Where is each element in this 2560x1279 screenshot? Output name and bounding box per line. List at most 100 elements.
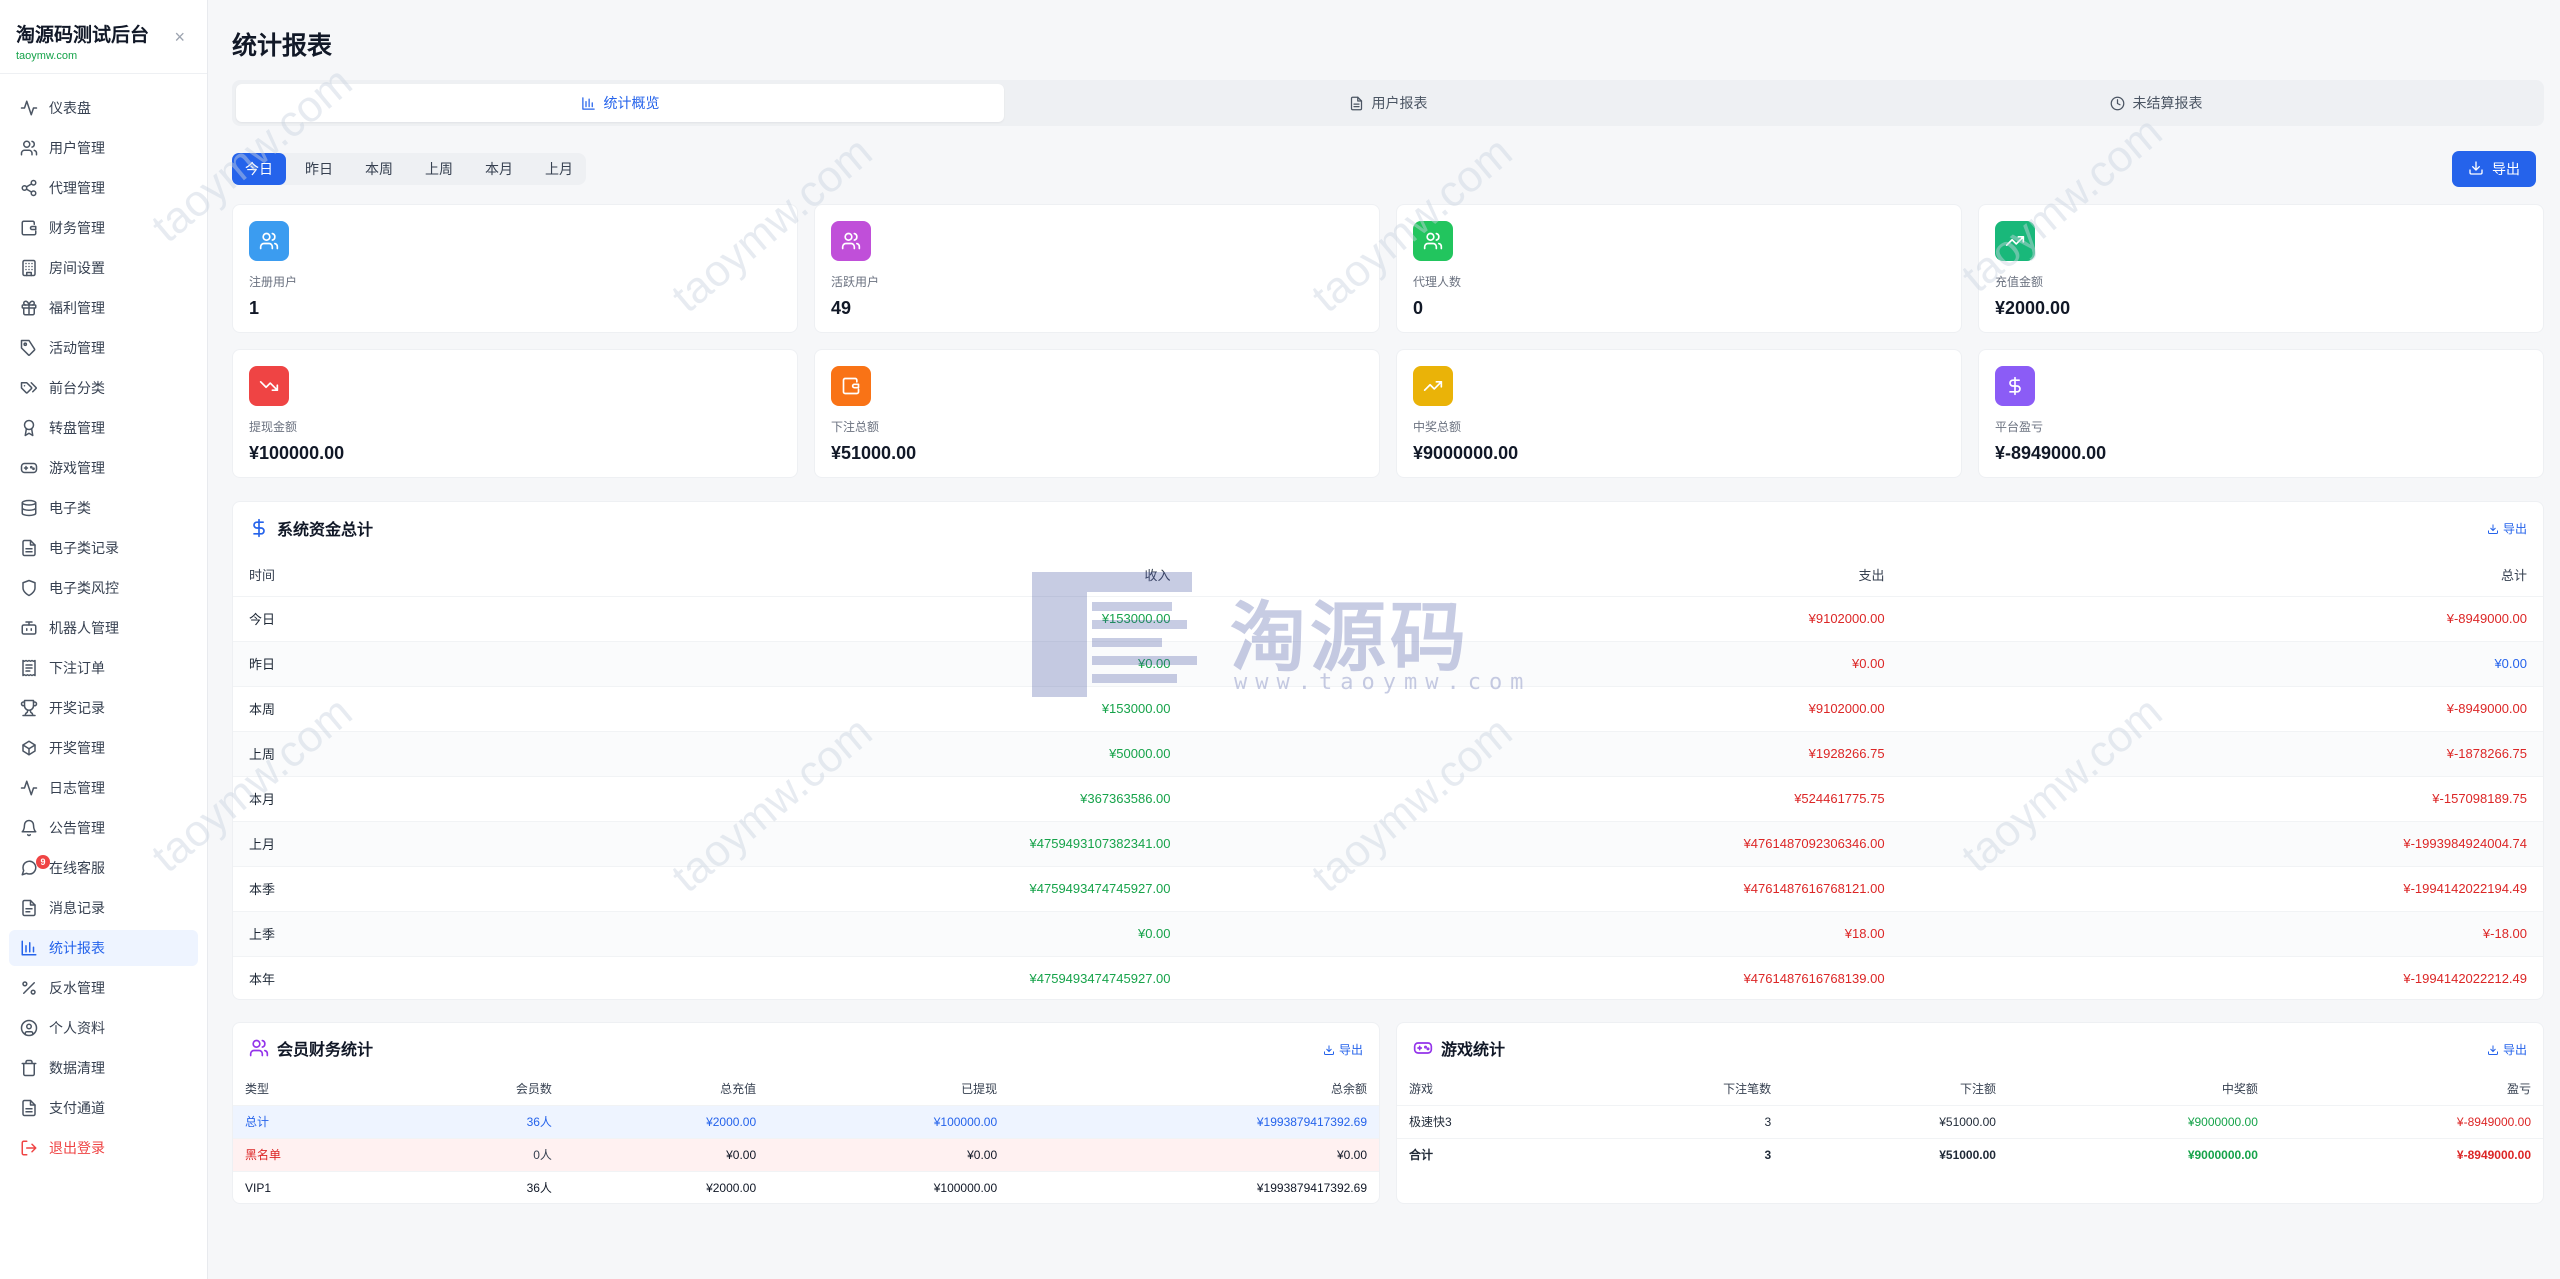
page-title: 统计报表 [232, 32, 333, 60]
panel-export-link[interactable]: 导出 [1323, 1041, 1363, 1058]
panel-export-link[interactable]: 导出 [2487, 1041, 2527, 1058]
sidebar-item-gift[interactable]: 福利管理 [9, 290, 198, 326]
sidebar-item-label: 个人资料 [49, 1020, 105, 1036]
stat-label: 代理人数 [1413, 275, 1462, 289]
stat-card: 平台盈亏 ¥-8949000.00 [1978, 349, 2544, 478]
dollar-icon [1995, 366, 2035, 406]
expense-cell: ¥524461775.75 [1186, 775, 1901, 821]
type-cell: 总计 [233, 1104, 399, 1138]
sidebar-item-label: 统计报表 [49, 940, 105, 956]
sidebar-item-database[interactable]: 电子类 [9, 490, 198, 526]
table-row: 本月 ¥367363586.00 ¥524461775.75 ¥-157098189.… [233, 775, 2543, 821]
sidebar-item-percent[interactable]: 反水管理 [9, 970, 198, 1006]
sidebar-item-bell[interactable]: 公告管理 [9, 810, 198, 846]
sidebar-nav: 仪表盘用户管理代理管理财务管理房间设置福利管理活动管理前台分类转盘管理游戏管理电… [0, 74, 207, 1166]
sidebar-item-bot[interactable]: 机器人管理 [9, 610, 198, 646]
sidebar-item-trash[interactable]: 数据清理 [9, 1050, 198, 1086]
tab-2[interactable]: 未结算报表 [1772, 84, 2540, 122]
profit-cell: ¥-8949000.00 [2269, 1137, 2543, 1171]
income-cell: ¥153000.00 [472, 685, 1187, 731]
period-button[interactable]: 昨日 [292, 153, 346, 185]
period-cell: 今日 [233, 595, 473, 641]
export-link-label: 导出 [1338, 1043, 1363, 1057]
sidebar-item-users[interactable]: 用户管理 [9, 130, 198, 166]
download-icon [2487, 1045, 2498, 1055]
sidebar-item-file[interactable]: 电子类记录 [9, 530, 198, 566]
shield-icon [20, 579, 38, 597]
table-row: 昨日 ¥0.00 ¥0.00 ¥0.00 [233, 640, 2543, 686]
sidebar-item-award[interactable]: 转盘管理 [9, 410, 198, 446]
game-stats-panel: 游戏统计 导出 游戏 下注笔数 下注额 中奖额 盈亏 极速快3 3 ¥51000.00 ¥90… [1396, 1022, 2544, 1204]
download-icon [2487, 524, 2498, 534]
sidebar-item-label: 开奖管理 [49, 740, 105, 756]
income-cell: ¥4759493474745927.00 [472, 865, 1187, 911]
tab-1[interactable]: 用户报表 [1004, 84, 1772, 122]
column-header: 总计 [2500, 568, 2527, 584]
logout-icon [20, 1139, 38, 1157]
panel-title: 会员财务统计 [277, 1042, 374, 1059]
period-button[interactable]: 本周 [352, 153, 406, 185]
period-cell: 本季 [233, 865, 473, 911]
period-button[interactable]: 上月 [532, 153, 586, 185]
profit-cell: ¥-8949000.00 [2269, 1104, 2543, 1138]
period-button[interactable]: 上周 [412, 153, 466, 185]
income-cell: ¥0.00 [472, 640, 1187, 686]
stat-label: 提现金额 [249, 420, 298, 434]
pulse-icon [20, 779, 38, 797]
stat-label: 注册用户 [249, 275, 298, 289]
sidebar-item-label: 房间设置 [49, 260, 105, 276]
sidebar-item-chart[interactable]: 统计报表 [9, 930, 198, 966]
dollar-icon [249, 518, 269, 538]
total-cell: ¥-157098189.75 [1900, 775, 2543, 821]
count-cell: 0人 [398, 1137, 564, 1171]
sidebar-item-tag[interactable]: 活动管理 [9, 330, 198, 366]
withdrawn-cell: ¥0.00 [768, 1137, 1010, 1171]
panel-export-link[interactable]: 导出 [2487, 520, 2527, 537]
sidebar-item-label: 开奖记录 [49, 700, 105, 716]
expense-cell: ¥18.00 [1186, 910, 1901, 956]
sidebar-item-activity[interactable]: 仪表盘 [9, 90, 198, 126]
total-cell: ¥-8949000.00 [1900, 685, 2543, 731]
sidebar-item-label: 转盘管理 [49, 420, 105, 436]
income-cell: ¥153000.00 [472, 595, 1187, 641]
balance-cell: ¥1993879417392.69 [1009, 1104, 1379, 1138]
export-button[interactable]: 导出 [2452, 151, 2536, 187]
sidebar-item-label: 在线客服 [49, 860, 105, 876]
sidebar-item-tags[interactable]: 前台分类 [9, 370, 198, 406]
sidebar-item-pulse[interactable]: 日志管理 [9, 770, 198, 806]
sidebar-item-doc2[interactable]: 支付通道 [9, 1090, 198, 1126]
table-row: 本季 ¥4759493474745927.00 ¥4761487616768121.… [233, 865, 2543, 911]
sidebar-item-label: 日志管理 [49, 780, 105, 796]
sidebar-item-receipt[interactable]: 下注订单 [9, 650, 198, 686]
count-cell: 36人 [398, 1104, 564, 1138]
period-button[interactable]: 本月 [472, 153, 526, 185]
member-table: 类型 会员数 总充值 已提现 总余额 总计 36人 ¥2000.00 ¥100000.00 ¥1… [233, 1073, 1379, 1204]
wallet-icon [20, 219, 38, 237]
amount-cell: ¥51000.00 [1783, 1137, 2008, 1171]
sidebar-item-wallet[interactable]: 财务管理 [9, 210, 198, 246]
sidebar-item-trophy[interactable]: 开奖记录 [9, 690, 198, 726]
tab-0[interactable]: 统计概览 [236, 84, 1004, 122]
receipt-icon [20, 659, 38, 677]
close-icon[interactable]: × [174, 27, 185, 48]
brand: 淘源码测试后台 taoymw.com × [0, 0, 207, 74]
sidebar-item-chat[interactable]: 在线客服 9 [9, 850, 198, 886]
period-button[interactable]: 今日 [232, 153, 286, 185]
stat-value: 1 [249, 298, 260, 318]
recharge-cell: ¥2000.00 [563, 1104, 769, 1138]
income-cell: ¥367363586.00 [472, 775, 1187, 821]
sidebar-item-user-circle[interactable]: 个人资料 [9, 1010, 198, 1046]
total-cell: ¥-1994142022194.49 [1900, 865, 2543, 911]
app-title: 淘源码测试后台 [16, 25, 150, 46]
fund-table: 时间 收入 支出 总计 今日 ¥153000.00 ¥9102000.00 ¥-894900… [233, 554, 2543, 1001]
column-header: 下注额 [1959, 1082, 1996, 1097]
sidebar-item-gamepad[interactable]: 游戏管理 [9, 450, 198, 486]
sidebar-item-shield[interactable]: 电子类风控 [9, 570, 198, 606]
stat-cards: 注册用户 1 活跃用户 49 代理人数 0 充值金额 ¥2000.00 提现金额 ¥100000.… [232, 204, 2544, 478]
sidebar-item-building[interactable]: 房间设置 [9, 250, 198, 286]
sidebar-item-share[interactable]: 代理管理 [9, 170, 198, 206]
sidebar-item-doc[interactable]: 消息记录 [9, 890, 198, 926]
sidebar-item-logout[interactable]: 退出登录 [9, 1130, 198, 1166]
sidebar-item-dice[interactable]: 开奖管理 [9, 730, 198, 766]
sidebar-item-label: 活动管理 [49, 340, 105, 356]
